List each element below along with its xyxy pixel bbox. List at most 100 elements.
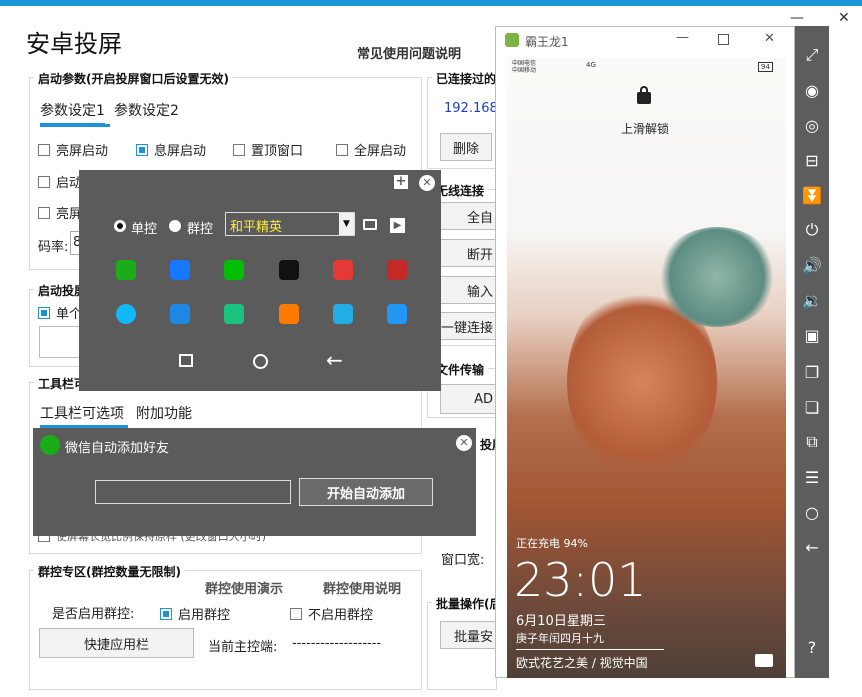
power-icon[interactable]: ⏻: [795, 213, 829, 247]
close-icon[interactable]: ✕: [838, 10, 850, 26]
connected-title: 已连接过的: [432, 70, 501, 87]
foliage: [657, 227, 777, 327]
tencent-video-icon[interactable]: [224, 304, 244, 324]
onekey-connect-button[interactable]: 一键连接: [440, 312, 496, 340]
params-group-title: 启动参数(开启投屏窗口后设置无效): [34, 70, 233, 87]
check-enable-group[interactable]: 启用群控: [160, 604, 230, 623]
input-button[interactable]: 输入: [440, 276, 496, 304]
radio-single-control[interactable]: [114, 220, 126, 232]
phone-close-icon[interactable]: ✕: [764, 31, 775, 46]
netease-icon[interactable]: [333, 260, 353, 280]
game-icon[interactable]: [387, 260, 407, 280]
lock-shackle: [640, 86, 648, 94]
adb-button[interactable]: AD: [440, 384, 496, 414]
close-wechat-panel-icon[interactable]: ✕: [456, 435, 472, 451]
group-demo-link[interactable]: 群控使用演示: [205, 578, 283, 597]
title-accent-bar: [0, 0, 862, 6]
group-help-link[interactable]: 群控使用说明: [323, 578, 401, 597]
phone-window-title: 霸王龙1: [525, 35, 569, 49]
bilibili-icon[interactable]: [333, 304, 353, 324]
chevron-down-icon[interactable]: ▼: [339, 213, 354, 235]
check-screen-off-start[interactable]: 息屏启动: [136, 140, 206, 159]
page-title: 安卓投屏: [26, 30, 122, 58]
wechat-panel-title: 微信自动添加好友: [65, 441, 170, 456]
volume-up-icon[interactable]: 🔊: [795, 248, 829, 282]
eye-off-icon[interactable]: ◉: [795, 73, 829, 107]
group-control-title: 群控专区(群控数量无限制): [34, 563, 185, 580]
phone-minimize-icon[interactable]: —: [676, 30, 689, 45]
swipe-unlock-text: 上滑解锁: [621, 122, 670, 136]
check-topmost-window[interactable]: 置顶窗口: [233, 140, 303, 159]
charging-status: 正在充电 94%: [516, 537, 588, 550]
back-icon[interactable]: ←: [326, 348, 343, 372]
qq-icon[interactable]: [116, 304, 136, 324]
camera-icon[interactable]: [387, 304, 407, 324]
game-select[interactable]: 和平精英: [225, 212, 355, 236]
recent-apps-side-icon[interactable]: ⧉: [795, 425, 829, 459]
home-icon[interactable]: [253, 354, 268, 369]
carrier-labels: 中国电信 中国移动: [512, 60, 537, 74]
quick-app-bar-button[interactable]: 快捷应用栏: [39, 628, 194, 658]
menu-icon[interactable]: ☰: [795, 460, 829, 494]
chevrons-down-icon[interactable]: ⏬: [795, 178, 829, 212]
bitrate-label: 码率:: [38, 240, 69, 255]
play-icon[interactable]: ▶: [390, 218, 405, 233]
tab-underline: [40, 124, 110, 127]
window-width-label: 窗口宽:: [441, 553, 485, 568]
folder-icon[interactable]: [363, 219, 377, 230]
iqiyi-icon[interactable]: [224, 260, 244, 280]
eye-icon[interactable]: ◎: [795, 108, 829, 142]
wechat-icon[interactable]: [116, 260, 136, 280]
net-speed: 4G: [586, 61, 596, 69]
volume-down-icon[interactable]: 🔉: [795, 283, 829, 317]
lock-camera-icon[interactable]: [755, 654, 773, 667]
radio-group-label: 群控: [187, 222, 214, 237]
help-icon[interactable]: ?: [795, 630, 829, 664]
radio-single-label: 单控: [131, 222, 158, 237]
kuaishou-icon[interactable]: [279, 304, 299, 324]
tab-params-1[interactable]: 参数设定1: [40, 100, 105, 126]
wechat-input[interactable]: [95, 480, 291, 504]
start-auto-add-button[interactable]: 开始自动添加: [299, 478, 433, 506]
alipay-icon[interactable]: [170, 260, 190, 280]
screenshot-icon[interactable]: ▣: [795, 318, 829, 352]
delete-button[interactable]: 删除: [440, 133, 492, 161]
disconnect-button[interactable]: 断开: [440, 239, 496, 267]
radio-group-control[interactable]: [169, 220, 181, 232]
master-value: -------------------: [292, 636, 382, 651]
check-bright-start[interactable]: 亮屏启动: [38, 140, 108, 159]
minus-box-icon[interactable]: ⊟: [795, 143, 829, 177]
add-icon[interactable]: +: [394, 175, 408, 189]
wallpaper-caption: 欧式花艺之美 / 视觉中国: [516, 656, 648, 670]
check-disable-group[interactable]: 不启用群控: [290, 604, 373, 623]
home-side-icon[interactable]: ○: [795, 495, 829, 529]
tiktok-icon[interactable]: [279, 260, 299, 280]
minimize-icon[interactable]: —: [790, 10, 804, 26]
tab-params-2[interactable]: 参数设定2: [114, 100, 179, 120]
check-fullscreen-start[interactable]: 全屏启动: [336, 140, 406, 159]
recent-apps-icon[interactable]: [179, 354, 193, 367]
check-single[interactable]: 单个: [38, 303, 82, 322]
wechat-logo-icon: [40, 435, 60, 455]
master-label: 当前主控端:: [208, 640, 278, 655]
batch-install-button[interactable]: 批量安: [440, 621, 496, 649]
android-icon: [505, 33, 519, 47]
lock-date: 6月10日星期三: [516, 614, 606, 629]
check-start-option[interactable]: 启动: [38, 172, 82, 191]
lock-time: 23:01: [514, 553, 647, 607]
check-bright-option[interactable]: 亮屏: [38, 203, 82, 222]
group-enable-label: 是否启用群控:: [52, 607, 135, 622]
phone-maximize-icon[interactable]: [718, 34, 729, 45]
tab-extra-functions[interactable]: 附加功能: [136, 403, 192, 423]
copy-icon[interactable]: ❐: [795, 355, 829, 389]
auto-button[interactable]: 全自: [440, 202, 496, 230]
fullscreen-icon[interactable]: ⤢: [795, 38, 829, 72]
lunar-date: 庚子年闰四月十九: [516, 632, 604, 645]
faq-link[interactable]: 常见使用问题说明: [357, 43, 461, 62]
battery-indicator: 94: [758, 62, 773, 72]
back-side-icon[interactable]: ←: [795, 530, 829, 564]
launch-input[interactable]: [39, 326, 83, 358]
close-panel-icon[interactable]: ✕: [419, 175, 435, 191]
app-store-icon[interactable]: [170, 304, 190, 324]
paste-icon[interactable]: ❏: [795, 390, 829, 424]
